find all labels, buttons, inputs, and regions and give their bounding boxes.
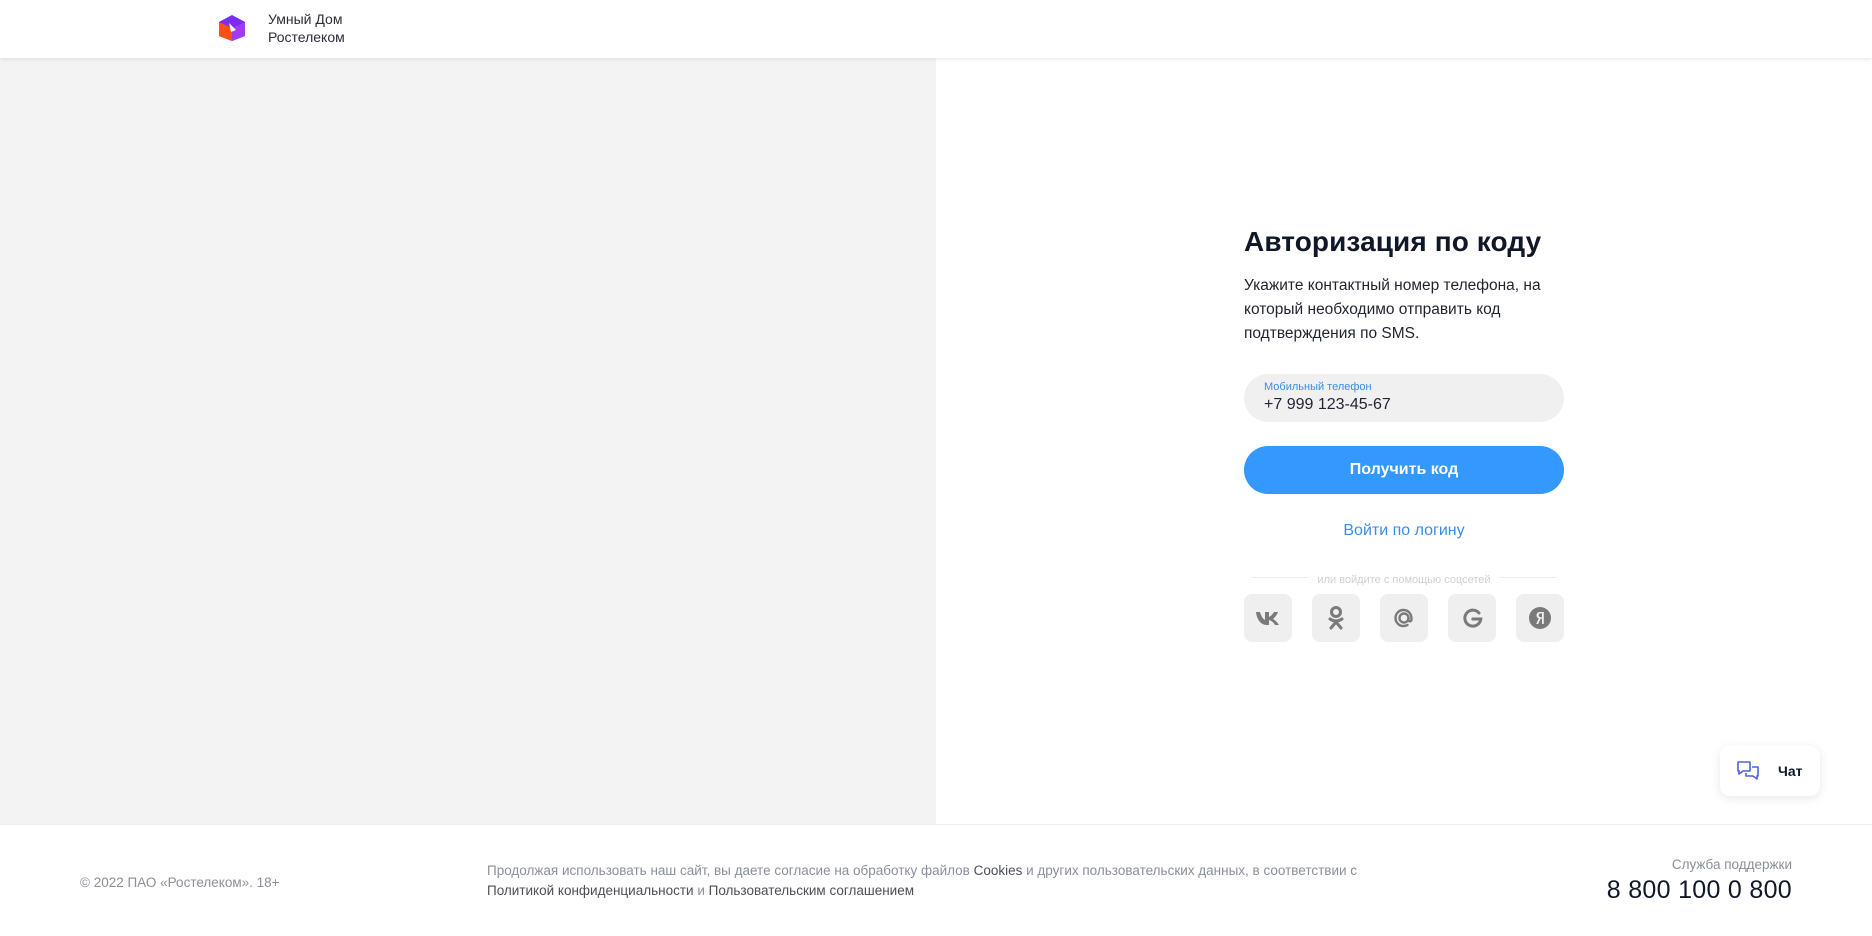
- copyright: © 2022 ПАО «Ростелеком». 18+: [80, 875, 280, 890]
- brand-name[interactable]: Умный Дом Ростелеком: [268, 10, 345, 46]
- phone-field[interactable]: Мобильный телефон: [1244, 374, 1564, 422]
- chat-icon: [1737, 761, 1759, 780]
- mail-ru-login-button[interactable]: [1380, 594, 1428, 642]
- brand-line-2: Ростелеком: [268, 29, 345, 45]
- get-code-button[interactable]: Получить код: [1244, 446, 1564, 494]
- auth-description: Укажите контактный номер телефона, на ко…: [1244, 277, 1541, 342]
- odnoklassniki-icon: [1328, 606, 1344, 630]
- consent-text-1: Продолжая использовать наш сайт, вы дает…: [487, 863, 974, 878]
- user-agreement-link[interactable]: Пользовательским соглашением: [709, 883, 914, 898]
- divider-text: или войдите с помощью соцсетей: [1309, 574, 1499, 586]
- social-divider: или войдите с помощью соцсетей: [1244, 570, 1564, 586]
- google-login-button[interactable]: [1448, 594, 1496, 642]
- support-phone[interactable]: 8 800 100 0 800: [1607, 876, 1792, 905]
- auth-title: Авторизация по коду: [1244, 226, 1542, 257]
- cookie-consent-text: Продолжая использовать наш сайт, вы дает…: [487, 861, 1417, 901]
- rostelecom-logo[interactable]: [216, 14, 248, 42]
- yandex-login-button[interactable]: [1516, 594, 1564, 642]
- support-block: Служба поддержки 8 800 100 0 800: [1607, 857, 1792, 905]
- vk-icon: [1256, 612, 1279, 625]
- privacy-policy-link[interactable]: Политикой конфиденциальности: [487, 883, 694, 898]
- left-panel: [0, 58, 936, 824]
- header: Умный Дом Ростелеком: [0, 0, 1872, 58]
- footer: © 2022 ПАО «Ростелеком». 18+ Продолжая и…: [0, 824, 1872, 936]
- odnoklassniki-login-button[interactable]: [1312, 594, 1360, 642]
- consent-conjunction: и: [693, 883, 709, 898]
- phone-label: Мобильный телефон: [1264, 381, 1372, 393]
- chat-label: Чат: [1778, 763, 1803, 779]
- phone-input[interactable]: [1264, 396, 1544, 414]
- login-by-username-link[interactable]: Войти по логину: [1244, 522, 1564, 540]
- brand-line-1: Умный Дом: [268, 11, 343, 27]
- vk-login-button[interactable]: [1244, 594, 1292, 642]
- google-icon: [1463, 608, 1483, 628]
- cookies-link[interactable]: Cookies: [974, 863, 1023, 878]
- chat-widget-button[interactable]: Чат: [1720, 746, 1820, 796]
- yandex-icon: [1529, 607, 1551, 629]
- auth-form: Авторизация по коду Укажите контактный н…: [1244, 224, 1564, 642]
- social-login-buttons: [1244, 594, 1564, 642]
- mail-ru-icon: [1394, 608, 1413, 628]
- consent-text-2: и других пользовательских данных, в соот…: [1022, 863, 1358, 878]
- support-label: Служба поддержки: [1671, 857, 1792, 872]
